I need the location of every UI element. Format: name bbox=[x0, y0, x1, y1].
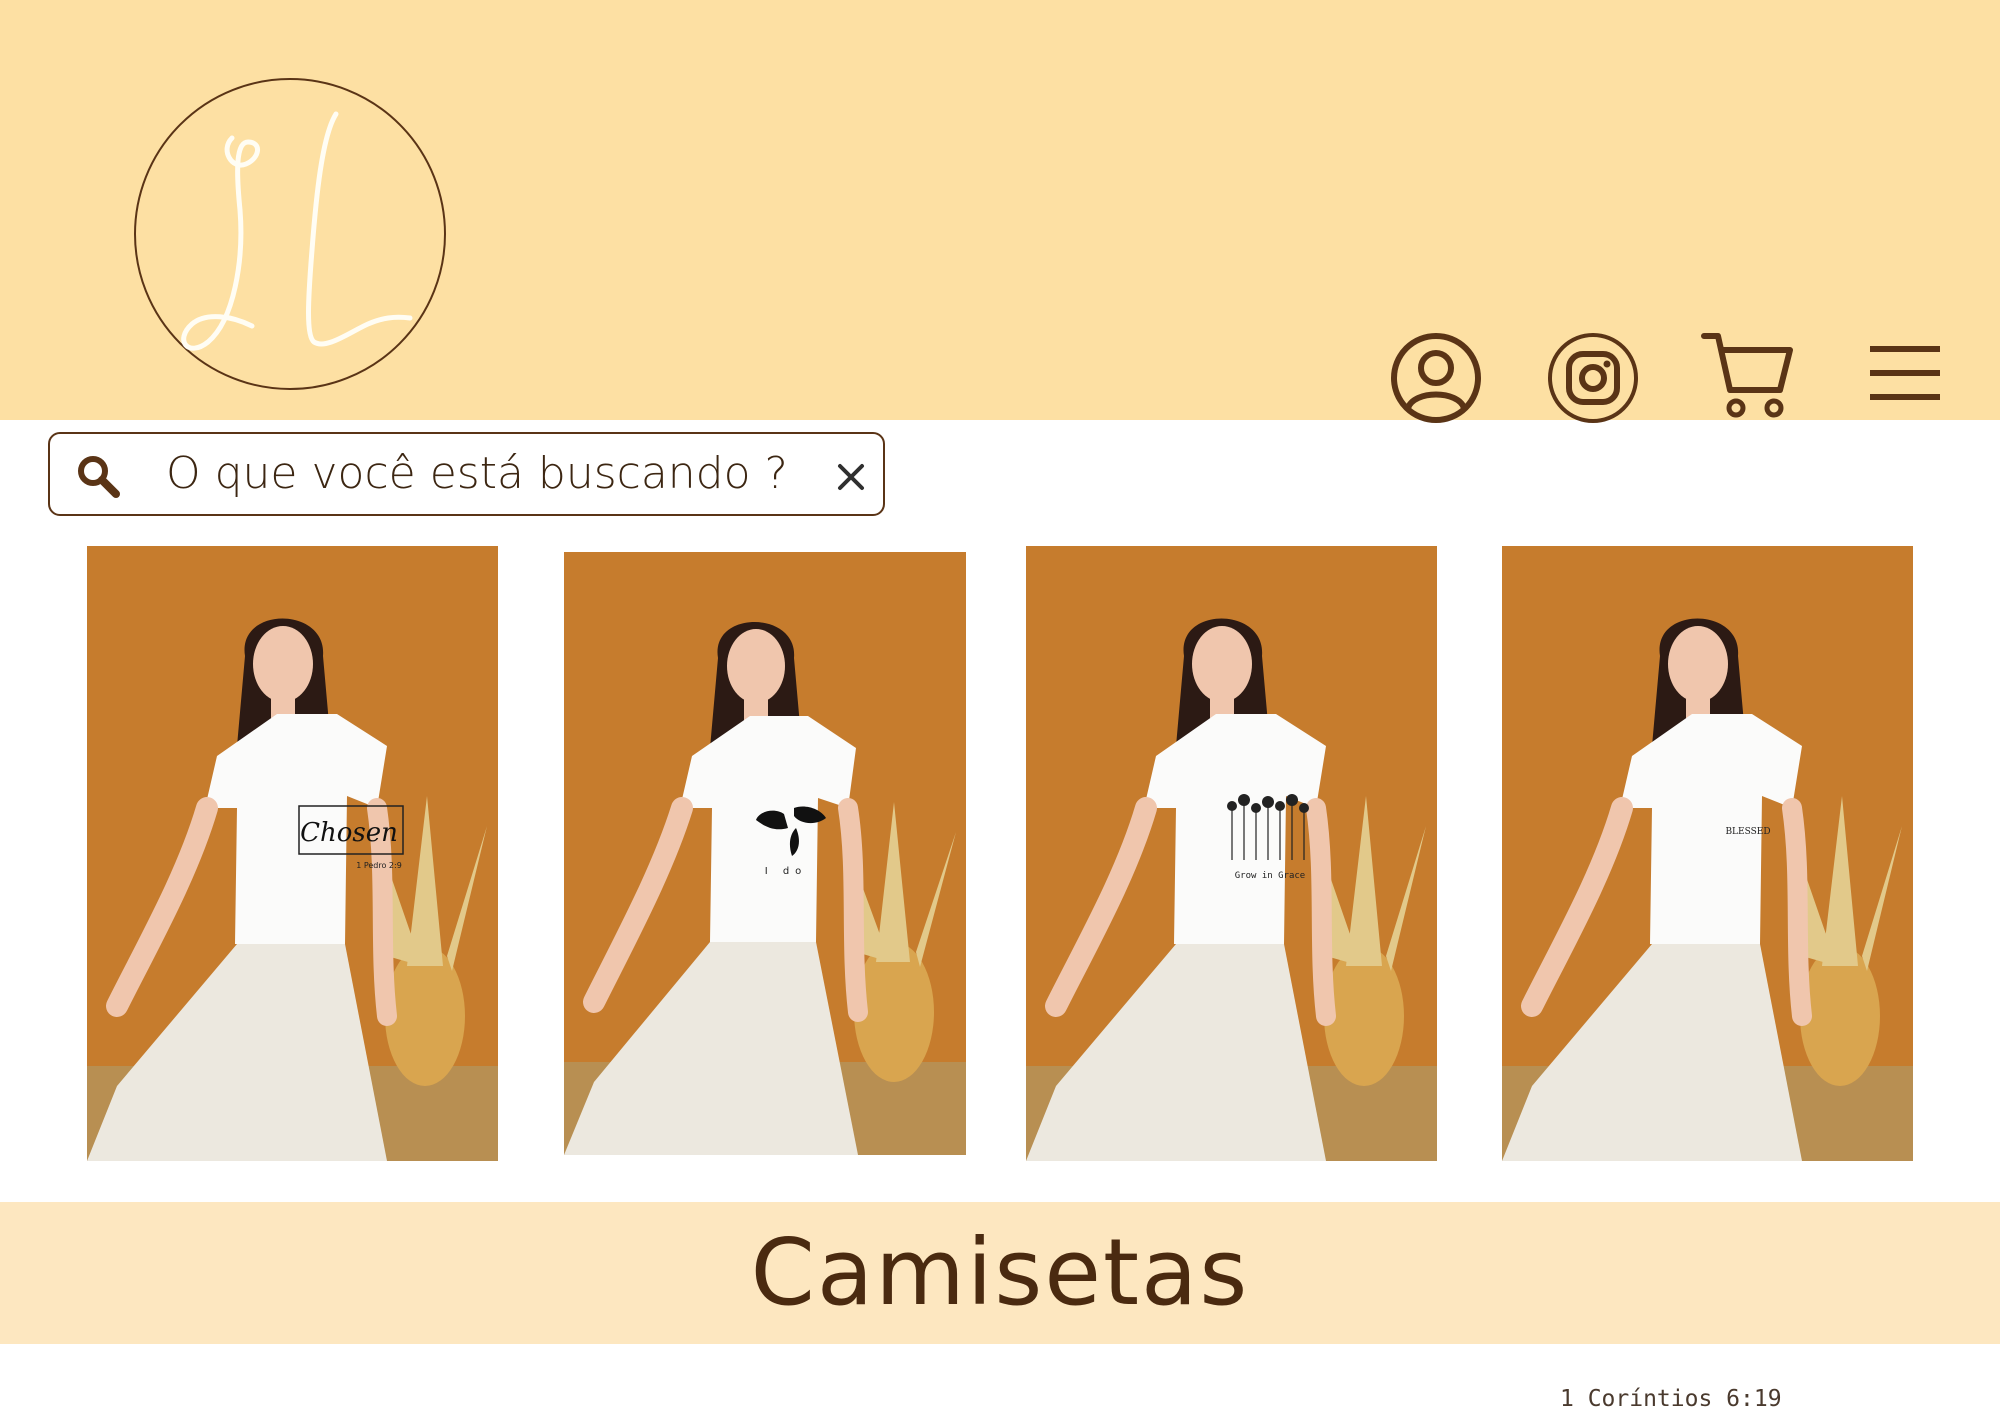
cart-icon[interactable] bbox=[1700, 328, 1794, 420]
svg-text:1 Pedro 2:9: 1 Pedro 2:9 bbox=[356, 861, 402, 870]
product-card[interactable]: I do bbox=[564, 552, 966, 1155]
product-photo: Chosen 1 Pedro 2:9 bbox=[87, 546, 498, 1161]
footer-verse: 1 Coríntios 6:19 bbox=[1560, 1386, 1782, 1412]
category-title: Camisetas bbox=[750, 1219, 1250, 1326]
product-photo: Grow in Grace bbox=[1026, 546, 1437, 1161]
monogram-graphic bbox=[181, 111, 413, 351]
close-icon[interactable] bbox=[834, 460, 868, 494]
search-input[interactable] bbox=[166, 442, 806, 504]
menu-icon[interactable] bbox=[1868, 340, 1942, 406]
shirt-print: BLESSED bbox=[1725, 827, 1770, 837]
svg-text:I do: I do bbox=[765, 866, 808, 877]
search-bar bbox=[48, 432, 885, 516]
svg-text:Grow in Grace: Grow in Grace bbox=[1235, 871, 1305, 881]
product-photo: BLESSED bbox=[1502, 546, 1913, 1161]
category-band: Camisetas bbox=[0, 1202, 2000, 1344]
svg-text:Chosen: Chosen bbox=[300, 818, 398, 848]
instagram-icon[interactable] bbox=[1545, 330, 1641, 426]
user-icon[interactable] bbox=[1388, 330, 1484, 426]
product-card[interactable]: BLESSED bbox=[1502, 546, 1913, 1161]
product-card[interactable]: Grow in Grace bbox=[1026, 546, 1437, 1161]
product-card[interactable]: Chosen 1 Pedro 2:9 bbox=[87, 546, 498, 1161]
search-icon[interactable] bbox=[74, 452, 122, 500]
svg-text:BLESSED: BLESSED bbox=[1725, 827, 1770, 837]
header bbox=[0, 0, 2000, 423]
product-photo: I do bbox=[564, 552, 966, 1155]
brand-logo[interactable] bbox=[134, 78, 446, 390]
